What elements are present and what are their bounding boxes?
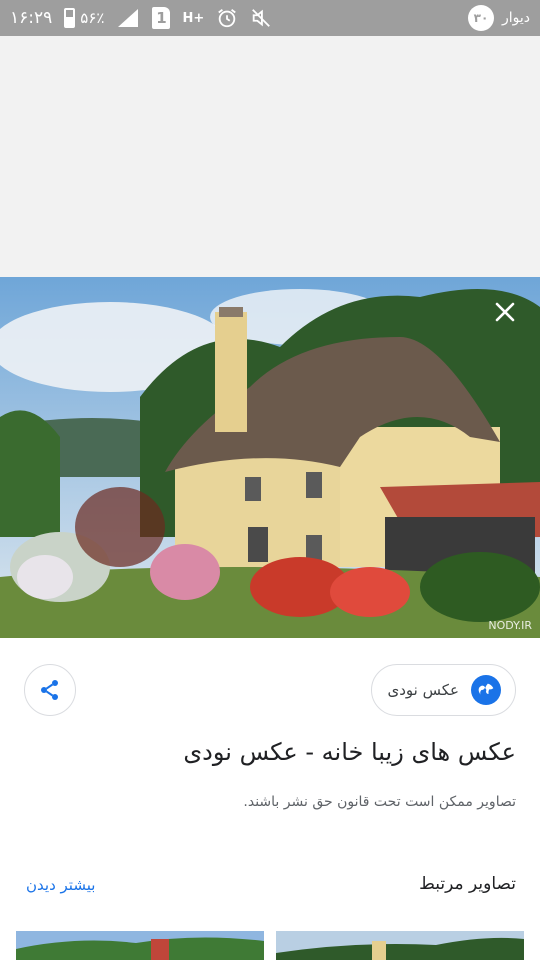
alarm-icon [218, 9, 237, 28]
close-icon[interactable] [490, 297, 520, 327]
see-more-link[interactable]: بیشتر دیدن [26, 876, 95, 894]
share-button[interactable] [24, 664, 76, 716]
source-chip[interactable]: عکس نودی [370, 664, 516, 716]
image-title: عکس های زیبا خانه - عکس نودی [183, 738, 516, 766]
mute-icon [252, 9, 271, 27]
status-bar: ۱۶:۲۹ ۵۶٪ 1 H+ ۳۰ دیوار [0, 0, 540, 36]
status-time: ۱۶:۲۹ [10, 8, 53, 28]
related-images-heading: تصاویر مرتبط [419, 874, 516, 894]
related-thumbnail[interactable] [276, 931, 524, 960]
battery-icon [64, 8, 76, 28]
battery-percent: ۵۶٪ [80, 9, 105, 27]
sim-icon: 1 [152, 7, 171, 29]
network-h-plus-icon: H+ [182, 10, 205, 26]
copyright-notice: تصاویر ممکن است تحت قانون حق نشر باشند. [243, 794, 516, 810]
signal-icon [118, 9, 139, 27]
source-label: عکس نودی [387, 681, 459, 699]
notification-badge: ۳۰ [467, 5, 494, 31]
status-app-name: دیوار [501, 10, 530, 26]
globe-icon [471, 675, 501, 705]
cottage-image [0, 277, 540, 638]
blank-area [0, 36, 540, 277]
share-icon [41, 680, 58, 700]
related-thumbnail[interactable] [16, 931, 264, 960]
image-viewer[interactable]: NODY.IR [0, 277, 540, 638]
battery-status: ۵۶٪ [64, 8, 104, 28]
image-watermark: NODY.IR [488, 619, 532, 632]
